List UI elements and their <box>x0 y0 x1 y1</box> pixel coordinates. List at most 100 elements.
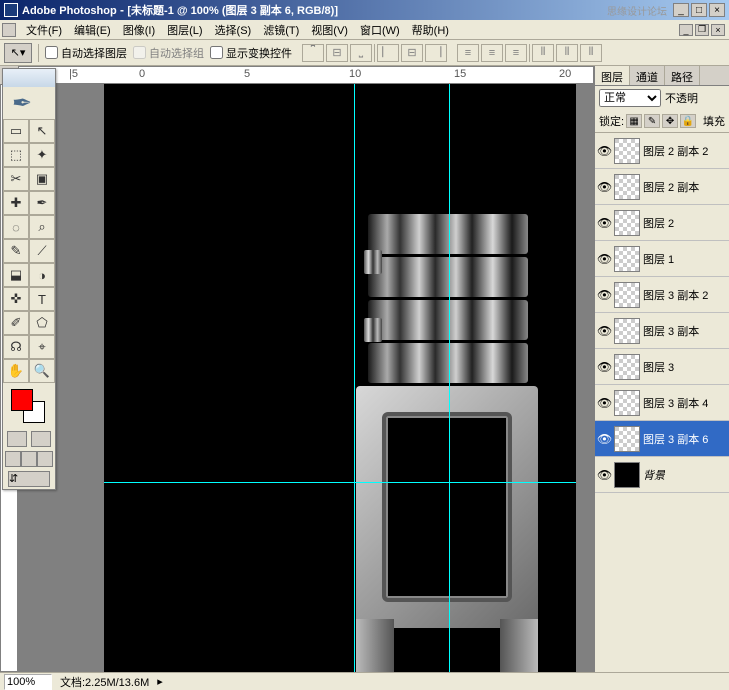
zoom-field[interactable]: 100% <box>4 674 52 690</box>
toolbox-handle[interactable] <box>3 69 55 87</box>
guide-horizontal[interactable] <box>104 482 576 483</box>
layer-list[interactable]: 👁图层 2 副本 2👁图层 2 副本👁图层 2👁图层 1👁图层 3 副本 2👁图… <box>595 133 729 533</box>
tool-r4c1[interactable]: ⌕ <box>29 215 55 239</box>
tool-r3c0[interactable]: ✚ <box>3 191 29 215</box>
auto-select-layer-checkbox[interactable]: 自动选择图层 <box>45 45 127 61</box>
layer-row[interactable]: 👁 图层 2 <box>595 205 729 241</box>
tool-r9c1[interactable]: ⌖ <box>29 335 55 359</box>
lock-transparency-button[interactable]: ▦ <box>626 114 642 128</box>
tool-r8c0[interactable]: ✐ <box>3 311 29 335</box>
layer-name[interactable]: 图层 2 副本 2 <box>643 143 708 159</box>
menu-view[interactable]: 视图(V) <box>305 20 354 40</box>
layer-name[interactable]: 图层 3 <box>643 359 674 375</box>
layer-thumbnail[interactable] <box>614 390 640 416</box>
doc-restore-button[interactable]: ❐ <box>695 24 709 36</box>
lock-pixels-button[interactable]: ✎ <box>644 114 660 128</box>
lock-all-button[interactable]: 🔒 <box>680 114 696 128</box>
guide-vertical-1[interactable] <box>354 84 355 672</box>
distribute-vcenter-button[interactable]: ≡ <box>481 44 503 62</box>
layer-row[interactable]: 👁图层 3 副本 6 <box>595 421 729 457</box>
align-left-button[interactable]: ⎸ <box>377 44 399 62</box>
layer-name[interactable]: 图层 1 <box>643 251 674 267</box>
layer-thumbnail[interactable] <box>614 138 640 164</box>
layer-row[interactable]: 👁 背景 <box>595 457 729 493</box>
tab-paths[interactable]: 路径 <box>665 66 700 85</box>
menu-help[interactable]: 帮助(H) <box>406 20 455 40</box>
layer-row[interactable]: 👁图层 3 副本 4 <box>595 385 729 421</box>
layer-thumbnail[interactable] <box>614 246 640 272</box>
layer-thumbnail[interactable] <box>614 354 640 380</box>
visibility-eye-icon[interactable]: 👁 <box>597 468 611 482</box>
distribute-top-button[interactable]: ≡ <box>457 44 479 62</box>
layer-name[interactable]: 图层 3 副本 4 <box>643 395 708 411</box>
align-hcenter-button[interactable]: ⊟ <box>401 44 423 62</box>
distribute-right-button[interactable]: ⦀ <box>580 44 602 62</box>
layer-thumbnail[interactable] <box>614 426 640 452</box>
distribute-left-button[interactable]: ⦀ <box>532 44 554 62</box>
canvas-area[interactable] <box>18 84 594 672</box>
tool-r9c0[interactable]: ☊ <box>3 335 29 359</box>
menu-select[interactable]: 选择(S) <box>209 20 258 40</box>
horizontal-ruler[interactable]: |5 0 5 10 15 20 <box>18 66 594 84</box>
tool-r3c1[interactable]: ✒ <box>29 191 55 215</box>
doc-minimize-button[interactable]: _ <box>679 24 693 36</box>
jump-to-imageready-button[interactable]: ⇵ <box>8 471 50 487</box>
tool-r1c1[interactable]: ✦ <box>29 143 55 167</box>
guide-vertical-2[interactable] <box>449 84 450 672</box>
standard-mode-button[interactable] <box>7 431 27 447</box>
tab-layers[interactable]: 图层 <box>595 66 630 85</box>
blend-mode-select[interactable]: 正常 <box>599 89 661 107</box>
screen-full-button[interactable] <box>37 451 53 467</box>
tool-r4c0[interactable]: ◌ <box>3 215 29 239</box>
screen-standard-button[interactable] <box>5 451 21 467</box>
tool-r7c0[interactable]: ✜ <box>3 287 29 311</box>
tool-r1c0[interactable]: ⬚ <box>3 143 29 167</box>
tool-r10c0[interactable]: ✋ <box>3 359 29 383</box>
tool-r10c1[interactable]: 🔍 <box>29 359 55 383</box>
layer-row[interactable]: 👁图层 2 副本 <box>595 169 729 205</box>
color-swatches[interactable] <box>7 387 51 425</box>
visibility-eye-icon[interactable]: 👁 <box>597 324 611 338</box>
menu-image[interactable]: 图像(I) <box>117 20 161 40</box>
visibility-eye-icon[interactable]: 👁 <box>597 252 611 266</box>
tool-r0c1[interactable]: ↖ <box>29 119 55 143</box>
tool-r5c1[interactable]: ⟋ <box>29 239 55 263</box>
tool-r8c1[interactable]: ⬠ <box>29 311 55 335</box>
distribute-hcenter-button[interactable]: ⦀ <box>556 44 578 62</box>
tab-channels[interactable]: 通道 <box>630 66 665 85</box>
menu-window[interactable]: 窗口(W) <box>354 20 406 40</box>
layer-row[interactable]: 👁 图层 2 副本 2 <box>595 133 729 169</box>
visibility-eye-icon[interactable]: 👁 <box>597 432 611 446</box>
align-vcenter-button[interactable]: ⊟ <box>326 44 348 62</box>
tool-preset-picker[interactable]: ↖▾ <box>4 43 32 63</box>
document-canvas[interactable] <box>104 84 576 672</box>
menu-edit[interactable]: 编辑(E) <box>68 20 117 40</box>
visibility-eye-icon[interactable]: 👁 <box>597 288 611 302</box>
maximize-button[interactable]: □ <box>691 3 707 17</box>
tool-r2c0[interactable]: ✂ <box>3 167 29 191</box>
visibility-eye-icon[interactable]: 👁 <box>597 216 611 230</box>
layer-row[interactable]: 👁 图层 3 副本 2 <box>595 277 729 313</box>
tool-r6c1[interactable]: ◑ <box>29 263 55 287</box>
visibility-eye-icon[interactable]: 👁 <box>597 144 611 158</box>
layer-thumbnail[interactable] <box>614 210 640 236</box>
tool-r7c1[interactable]: T <box>29 287 55 311</box>
quickmask-mode-button[interactable] <box>31 431 51 447</box>
menu-filter[interactable]: 滤镜(T) <box>257 20 305 40</box>
distribute-bottom-button[interactable]: ≡ <box>505 44 527 62</box>
layer-name[interactable]: 图层 3 副本 2 <box>643 287 708 303</box>
layer-name[interactable]: 背景 <box>643 467 665 483</box>
visibility-eye-icon[interactable]: 👁 <box>597 180 611 194</box>
layer-name[interactable]: 图层 2 <box>643 215 674 231</box>
layer-thumbnail[interactable] <box>614 462 640 488</box>
layer-name[interactable]: 图层 3 副本 <box>643 323 699 339</box>
lock-position-button[interactable]: ✥ <box>662 114 678 128</box>
tool-r5c0[interactable]: ✎ <box>3 239 29 263</box>
status-menu-arrow[interactable]: ▸ <box>157 675 163 688</box>
align-bottom-button[interactable]: ⎵ <box>350 44 372 62</box>
visibility-eye-icon[interactable]: 👁 <box>597 360 611 374</box>
layer-thumbnail[interactable] <box>614 318 640 344</box>
align-right-button[interactable]: ⎹ <box>425 44 447 62</box>
layer-row[interactable]: 👁 图层 3 副本 <box>595 313 729 349</box>
tool-r2c1[interactable]: ▣ <box>29 167 55 191</box>
